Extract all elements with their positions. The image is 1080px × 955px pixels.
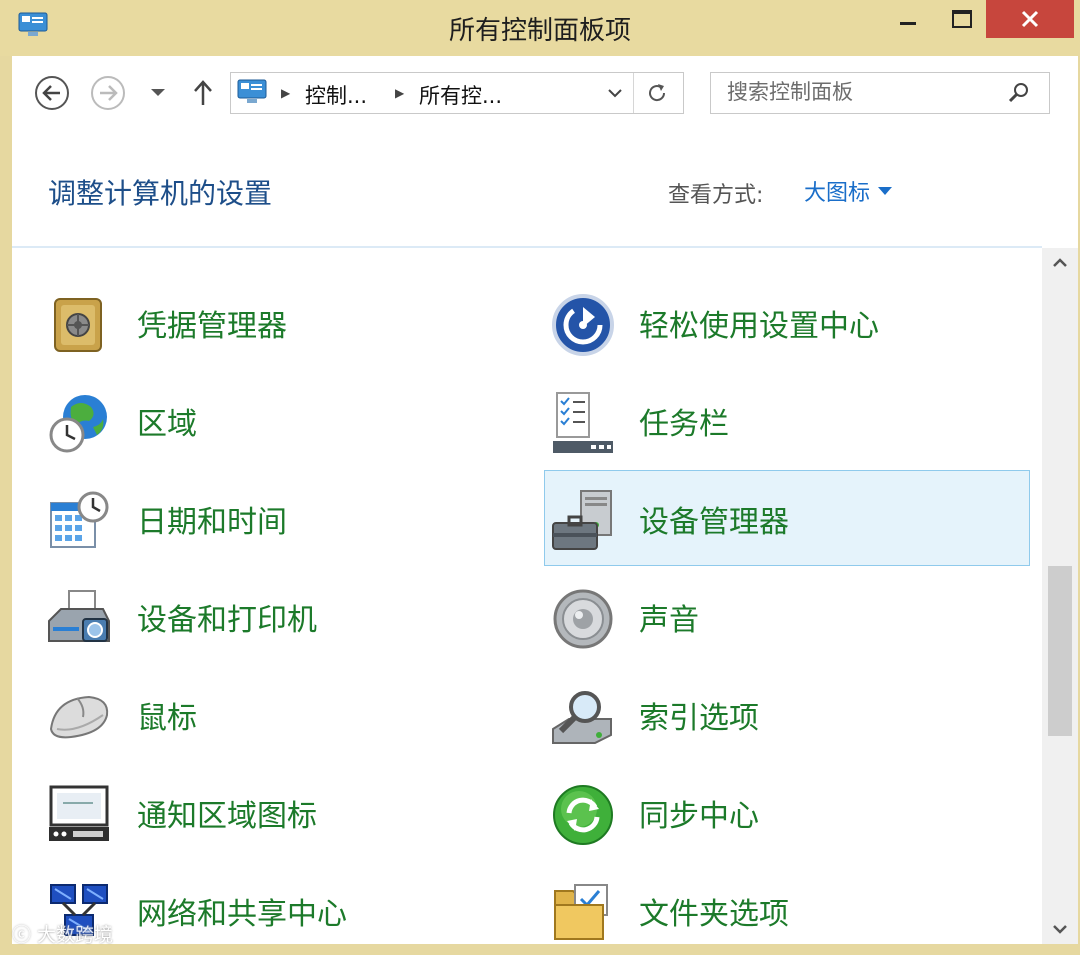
minimize-button[interactable] — [880, 0, 936, 38]
calendar-clock-icon — [50, 491, 109, 548]
navigation-bar: ▶ 控制... ▶ 所有控... — [12, 56, 1078, 134]
item-label[interactable]: 网络和共享中心 — [137, 889, 347, 933]
item-indexing-options[interactable]: 索引选项 — [544, 666, 1030, 762]
item-label[interactable]: 轻松使用设置中心 — [639, 301, 879, 345]
item-ease-of-access-center[interactable]: 轻松使用设置中心 — [544, 274, 1030, 370]
up-button[interactable] — [190, 78, 216, 108]
refresh-icon[interactable] — [645, 81, 669, 105]
item-label[interactable]: 索引选项 — [639, 693, 759, 737]
watermark-text: 大数跨境 — [37, 924, 114, 946]
maximize-button[interactable] — [936, 0, 986, 38]
notification-area-icon — [49, 785, 109, 841]
forward-button[interactable] — [90, 75, 126, 111]
close-icon — [1021, 10, 1039, 28]
device-manager-icon — [552, 490, 612, 550]
item-credential-manager[interactable]: 凭据管理器 — [12, 274, 498, 370]
folder-options-icon — [554, 884, 608, 940]
item-label[interactable]: 任务栏 — [639, 399, 729, 443]
back-button[interactable] — [34, 75, 70, 111]
item-taskbar[interactable]: 任务栏 — [544, 372, 1030, 468]
printer-icon — [48, 590, 110, 642]
item-label[interactable]: 同步中心 — [639, 791, 759, 835]
view-by-label: 查看方式: — [668, 183, 764, 208]
control-panel-items: 凭据管理器 轻松使用设置中心 区域 任务栏 日期和时间 设备管理器 设备和打印机… — [12, 248, 1042, 944]
item-mouse[interactable]: 鼠标 — [12, 666, 498, 762]
ease-of-access-icon — [552, 294, 614, 356]
breadcrumb-all-items[interactable]: 所有控... — [419, 80, 502, 110]
item-label[interactable]: 通知区域图标 — [137, 791, 317, 835]
window-content: ▶ 控制... ▶ 所有控... 调整计算机的设置 查看方式: 大图标 — [12, 56, 1078, 944]
search-input[interactable] — [711, 73, 1007, 111]
mouse-icon — [49, 695, 109, 739]
item-notification-area-icons[interactable]: 通知区域图标 — [12, 764, 498, 860]
scrollbar-thumb[interactable] — [1048, 566, 1072, 736]
item-label[interactable]: 声音 — [639, 595, 699, 639]
taskbar-icon — [553, 392, 613, 453]
address-bar[interactable]: ▶ 控制... ▶ 所有控... — [230, 72, 684, 114]
item-date-and-time[interactable]: 日期和时间 — [12, 470, 498, 566]
item-label[interactable]: 凭据管理器 — [137, 301, 287, 345]
maximize-icon — [952, 10, 972, 28]
title-bar: 所有控制面板项 — [0, 0, 1080, 56]
item-label[interactable]: 设备管理器 — [639, 497, 789, 541]
item-region[interactable]: 区域 — [12, 372, 498, 468]
search-icon[interactable] — [1007, 81, 1031, 105]
search-box[interactable] — [710, 72, 1050, 114]
item-label[interactable]: 设备和打印机 — [137, 595, 317, 639]
close-button[interactable] — [986, 0, 1074, 38]
breadcrumb-separator-icon[interactable]: ▶ — [281, 86, 290, 100]
credential-vault-icon — [54, 298, 102, 352]
item-folder-options[interactable]: 文件夹选项 — [544, 862, 1030, 944]
scroll-up-arrow-icon[interactable] — [1042, 248, 1078, 278]
item-label[interactable]: 日期和时间 — [137, 497, 287, 541]
breadcrumb-separator-icon[interactable]: ▶ — [395, 86, 404, 100]
breadcrumb-control-panel[interactable]: 控制... — [305, 80, 367, 110]
item-devices-and-printers[interactable]: 设备和打印机 — [12, 568, 498, 664]
view-by-value[interactable]: 大图标 — [804, 181, 870, 206]
watermark: ⓒ 大数跨境 — [12, 924, 114, 946]
sync-center-icon — [553, 785, 613, 845]
item-label[interactable]: 区域 — [137, 399, 197, 443]
item-sync-center[interactable]: 同步中心 — [544, 764, 1030, 860]
item-label[interactable]: 文件夹选项 — [639, 889, 789, 933]
item-device-manager[interactable]: 设备管理器 — [544, 470, 1030, 566]
control-panel-icon — [237, 79, 267, 103]
speaker-icon — [553, 589, 613, 649]
region-globe-icon — [49, 395, 107, 453]
view-by-dropdown[interactable]: 大图标 — [804, 175, 893, 207]
scroll-down-arrow-icon[interactable] — [1042, 914, 1078, 944]
item-label[interactable]: 鼠标 — [137, 693, 197, 737]
vertical-scrollbar[interactable] — [1042, 248, 1078, 944]
indexing-magnifier-icon — [552, 691, 612, 744]
divider — [633, 73, 634, 113]
item-sound[interactable]: 声音 — [544, 568, 1030, 664]
recent-locations-dropdown[interactable] — [148, 84, 168, 100]
minimize-icon — [900, 22, 916, 25]
page-title: 调整计算机的设置 — [48, 177, 273, 210]
chevron-down-icon[interactable] — [607, 85, 623, 101]
caret-down-icon[interactable] — [878, 187, 893, 195]
